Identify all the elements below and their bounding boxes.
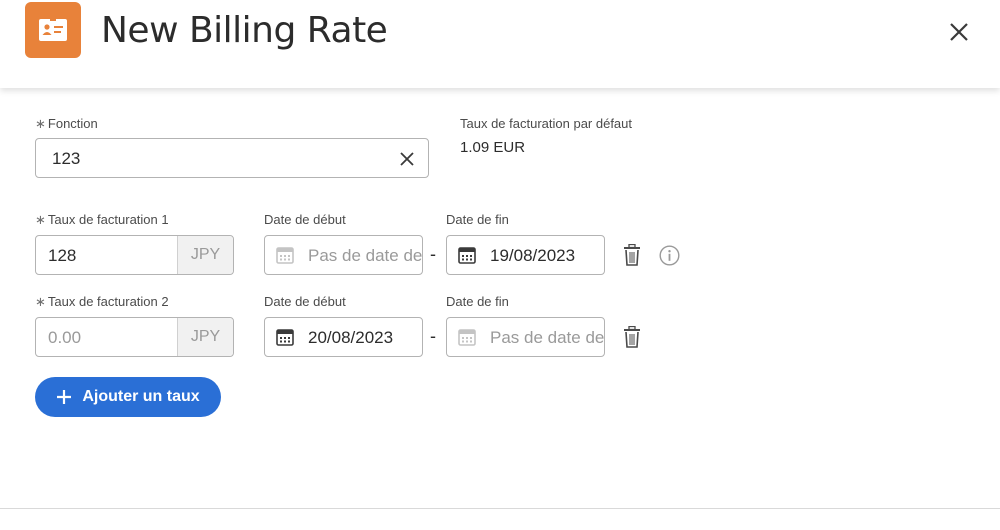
info-icon[interactable] [659, 245, 680, 266]
dialog-title: New Billing Rate [101, 10, 388, 51]
rate-1-end-date-input[interactable]: 19/08/2023 [446, 235, 605, 275]
fonction-value: 123 [52, 149, 81, 168]
calendar-icon[interactable] [275, 245, 295, 265]
fonction-input[interactable]: 123 [35, 138, 429, 178]
calendar-icon[interactable] [275, 327, 295, 347]
rate-2-currency: JPY [177, 318, 233, 356]
rate-2-end-date-input[interactable]: Pas de date de fin [446, 317, 605, 357]
calendar-icon[interactable] [457, 245, 477, 265]
rate-1-start-date-value: Pas de date de début [308, 246, 423, 265]
close-icon [950, 23, 968, 41]
rate-2-start-date-input[interactable]: 20/08/2023 [264, 317, 423, 357]
rate-1-start-date-input[interactable]: Pas de date de début [264, 235, 423, 275]
plus-icon [57, 390, 72, 404]
footer-divider [0, 508, 1000, 509]
id-badge-icon [25, 2, 81, 58]
rate-1-value: 128 [48, 246, 77, 265]
dialog-header: New Billing Rate [0, 0, 1000, 88]
rate-2-label: ∗ Taux de facturation 2 [35, 294, 169, 309]
rate-2-value: 0.00 [48, 328, 82, 347]
trash-icon[interactable] [623, 326, 641, 348]
calendar-icon[interactable] [457, 327, 477, 347]
rate-2-input[interactable]: 0.00 JPY [35, 317, 234, 357]
rate-1-end-date-value: 19/08/2023 [490, 246, 576, 265]
date-separator: - [430, 326, 436, 346]
add-rate-button[interactable]: Ajouter un taux [35, 377, 221, 417]
rate-1-label: ∗ Taux de facturation 1 [35, 212, 169, 227]
rate-2-start-label: Date de début [264, 294, 346, 309]
rate-1-end-label: Date de fin [446, 212, 509, 227]
add-rate-label: Ajouter un taux [82, 388, 200, 405]
rate-1-start-label: Date de début [264, 212, 346, 227]
fonction-label: ∗ Fonction [35, 116, 98, 131]
default-rate-label: Taux de facturation par défaut [460, 116, 633, 131]
default-rate-value: 1.09 EUR [460, 139, 526, 156]
rate-2-end-label: Date de fin [446, 294, 509, 309]
trash-icon[interactable] [623, 244, 641, 266]
clear-icon[interactable] [400, 152, 414, 166]
rate-1-input[interactable]: 128 JPY [35, 235, 234, 275]
rate-2-start-date-value: 20/08/2023 [308, 328, 394, 347]
date-separator: - [430, 244, 436, 264]
rate-1-currency: JPY [177, 236, 233, 274]
close-button[interactable] [944, 17, 974, 47]
rate-2-end-date-value: Pas de date de fin [490, 328, 605, 347]
